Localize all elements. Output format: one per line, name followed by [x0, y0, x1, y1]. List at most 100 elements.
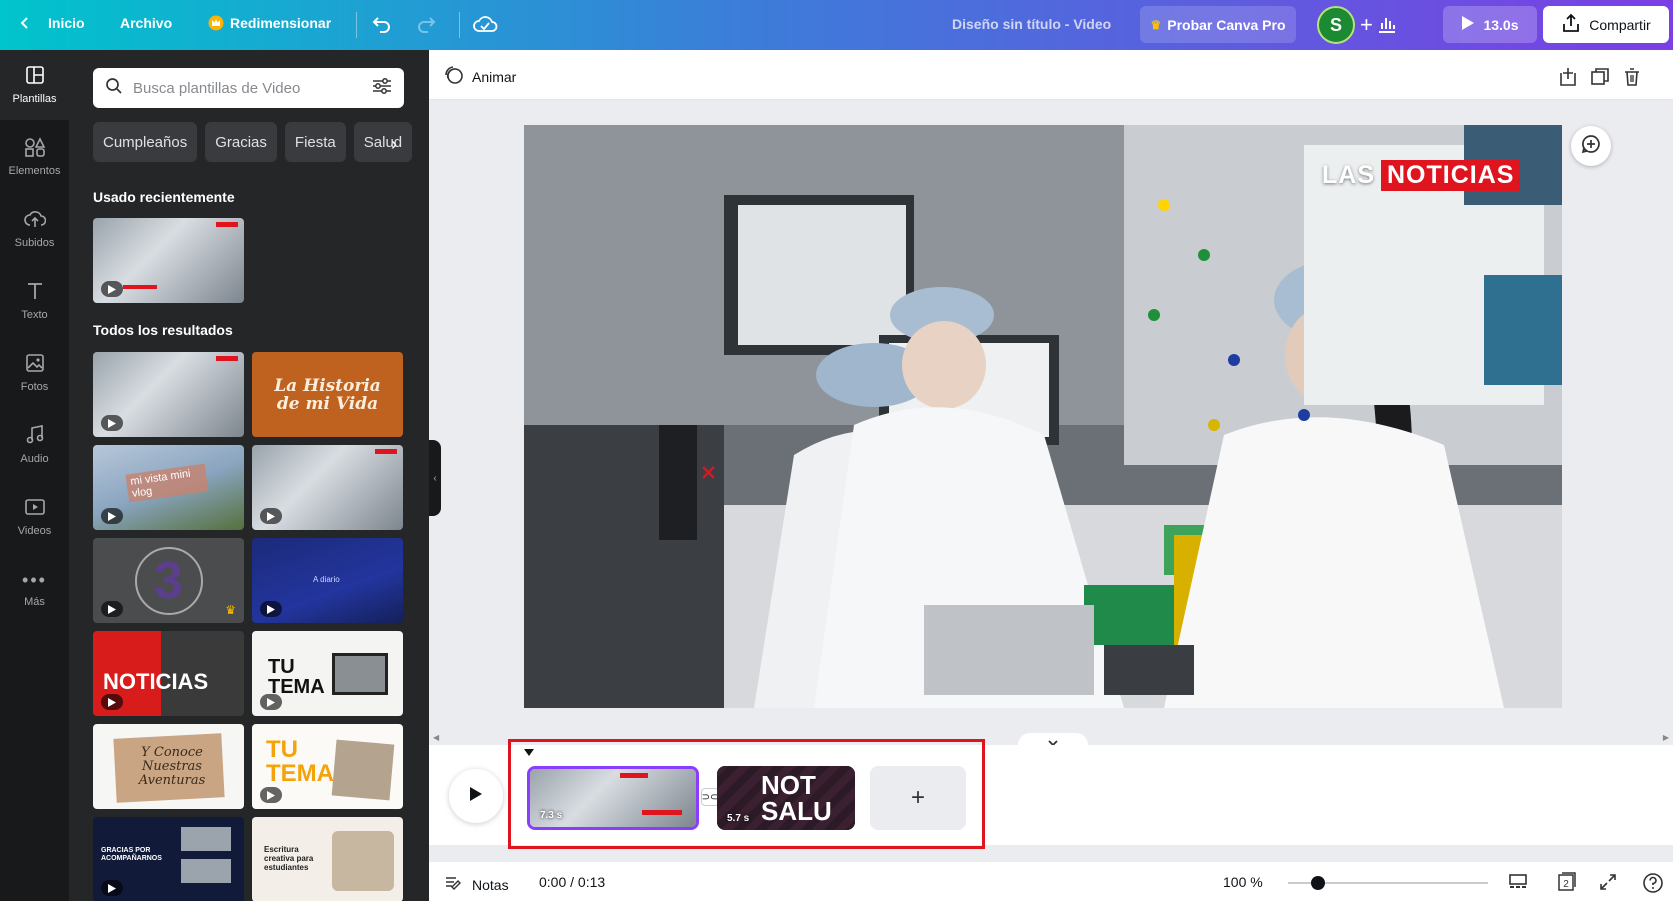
recent-template-thumb[interactable] [93, 218, 244, 303]
rail-item-text[interactable]: Texto [0, 266, 69, 336]
countdown-circle: 3 [134, 546, 203, 615]
invite-plus-icon[interactable]: + [1360, 12, 1373, 38]
search-input[interactable] [133, 79, 362, 97]
document-title[interactable]: Diseño sin título - Video [952, 16, 1111, 32]
avatar[interactable]: S [1317, 6, 1355, 44]
filter-icon[interactable] [372, 77, 392, 100]
rail-item-uploads[interactable]: Subidos [0, 194, 69, 264]
resize-label: Redimensionar [230, 15, 332, 31]
lab-scene [524, 125, 1562, 708]
try-pro-label: Probar Canva Pro [1167, 16, 1286, 33]
add-page-icon[interactable] [1558, 67, 1578, 92]
headline-title[interactable]: LAS NOTICIAS [1322, 160, 1521, 191]
clip-title-bar [620, 773, 648, 778]
file-menu[interactable]: Archivo [120, 15, 172, 31]
rail-label: Más [24, 596, 45, 608]
template-thumb[interactable]: TU TEMA [252, 724, 403, 809]
grid-view-icon[interactable] [1508, 872, 1528, 897]
thumb-text: Y Conoce Nuestras Aventuras [138, 745, 206, 788]
crown-icon: ♛ [1150, 17, 1162, 32]
share-button[interactable]: Compartir [1543, 6, 1669, 43]
animate-button[interactable]: Animar [444, 65, 516, 88]
all-results-heading: Todos los resultados [93, 322, 233, 338]
play-preview-button[interactable]: 13.0s [1443, 6, 1537, 43]
rail-item-more[interactable]: ••• Más [0, 554, 69, 624]
play-icon [101, 281, 123, 297]
scroll-right-icon[interactable]: ▶ [1663, 733, 1669, 742]
playhead-icon[interactable] [524, 744, 534, 762]
play-icon [260, 694, 282, 710]
rail-item-photos[interactable]: Fotos [0, 338, 69, 408]
timeline-clip[interactable]: 7.3 s [527, 766, 699, 830]
resize-button[interactable]: Redimensionar [208, 15, 331, 31]
timeline-clip[interactable]: NOT SALU 5.7 s [717, 766, 855, 830]
rail-label: Plantillas [12, 93, 57, 105]
audio-icon [25, 425, 45, 448]
clip-text: NOT SALU [761, 770, 832, 826]
rail-item-elements[interactable]: Elementos [0, 122, 69, 192]
search-box[interactable] [93, 68, 404, 108]
rail-label: Texto [21, 309, 48, 321]
template-thumb[interactable]: 3 ♛ [93, 538, 244, 623]
photo-icon [25, 353, 45, 376]
template-thumb[interactable]: A diario [252, 538, 403, 623]
duplicate-icon[interactable] [1590, 67, 1610, 92]
headline-part-b: NOTICIAS [1381, 160, 1521, 191]
rail-item-audio[interactable]: Audio [0, 410, 69, 480]
thumb-photo [181, 827, 231, 851]
scroll-left-icon[interactable]: ◀ [433, 733, 439, 742]
chip-party[interactable]: Fiesta [284, 122, 346, 162]
collapse-panel-handle[interactable]: ‹ [429, 440, 441, 516]
clip-caption-bar [642, 810, 682, 815]
add-comment-button[interactable] [1571, 126, 1611, 166]
headline-part-a: LAS [1322, 161, 1375, 189]
notes-button[interactable]: Notas [444, 874, 509, 895]
template-thumb[interactable]: NOTICIAS [93, 631, 244, 716]
template-thumb[interactable]: GRACIAS POR ACOMPAÑARNOS [93, 817, 244, 901]
recent-heading: Usado recientemente [93, 189, 235, 205]
chevron-right-icon[interactable]: › [391, 134, 397, 155]
insights-icon[interactable] [1376, 13, 1398, 35]
try-pro-button[interactable]: ♛ Probar Canva Pro [1140, 6, 1296, 43]
thumb-title-bar [216, 356, 238, 361]
fullscreen-icon[interactable] [1598, 872, 1618, 897]
upload-icon [23, 209, 46, 232]
add-clip-button[interactable]: + [870, 766, 966, 830]
rail-label: Fotos [20, 381, 49, 393]
rail-item-templates[interactable]: Plantillas [0, 50, 69, 120]
trash-icon[interactable] [1622, 67, 1642, 92]
template-thumb[interactable] [252, 445, 403, 530]
undo-icon[interactable] [371, 13, 393, 35]
zoom-value[interactable]: 100 % [1223, 874, 1263, 890]
template-thumb[interactable]: Y Conoce Nuestras Aventuras [93, 724, 244, 809]
crown-icon: ♛ [225, 603, 236, 617]
zoom-slider-handle[interactable] [1311, 876, 1325, 890]
cloud-save-icon[interactable] [472, 12, 498, 36]
chip-birthday[interactable]: Cumpleaños [93, 122, 198, 162]
home-button[interactable]: Inicio [18, 15, 85, 31]
help-icon[interactable] [1642, 872, 1664, 899]
rail-item-videos[interactable]: Videos [0, 482, 69, 552]
thumb-photo [181, 859, 231, 883]
video-icon [24, 497, 46, 520]
rail-label: Audio [20, 453, 49, 465]
chip-thanks[interactable]: Gracias [205, 122, 277, 162]
redo-icon[interactable] [415, 13, 437, 35]
template-thumb[interactable]: TU TEMA [252, 631, 403, 716]
template-thumb[interactable]: Escritura creativa para estudiantes [252, 817, 403, 901]
text-icon [25, 281, 45, 304]
thumb-text: GRACIAS POR ACOMPAÑARNOS [101, 847, 162, 862]
timeline-play-button[interactable] [449, 769, 503, 823]
thumb-title-bar [216, 222, 238, 227]
template-thumb[interactable]: La Historia de mi Vida [252, 352, 403, 437]
template-thumb[interactable]: mi vista mini vlog [93, 445, 244, 530]
chip-health[interactable]: Salud [353, 122, 413, 162]
template-thumb[interactable] [93, 352, 244, 437]
search-icon [105, 77, 123, 100]
video-canvas[interactable] [524, 125, 1562, 708]
thumb-text: Escritura creativa para estudiantes [264, 845, 314, 872]
template-icon [25, 65, 45, 88]
pages-icon[interactable]: 2 [1556, 872, 1578, 897]
thumb-title-bar [375, 449, 397, 454]
home-label: Inicio [48, 15, 85, 31]
